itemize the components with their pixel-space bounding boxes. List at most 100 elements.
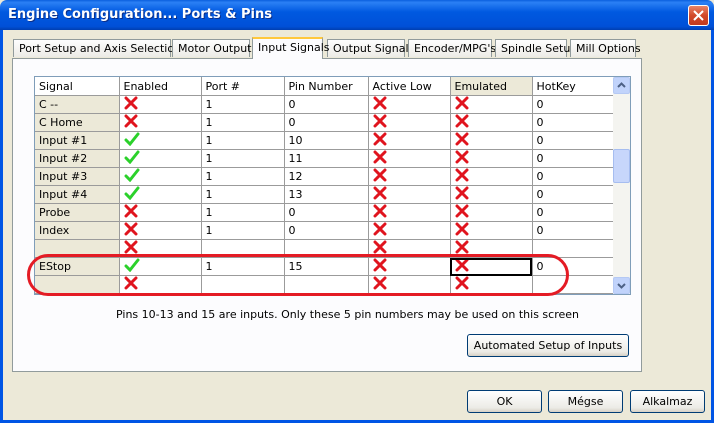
cell-active-low[interactable] [368,149,451,168]
tab-encoder-mpg-s[interactable]: Encoder/MPG's [408,39,496,57]
cell-pin[interactable] [284,239,369,258]
cell-enabled[interactable] [119,95,202,114]
column-header-port[interactable]: Port # [201,77,285,96]
cell-active-low[interactable] [368,95,451,114]
column-header-emulated[interactable]: Emulated [450,77,533,96]
cell-signal[interactable]: Input #1 [35,131,120,150]
cell-emulated[interactable] [450,149,533,168]
tab-mill-options[interactable]: Mill Options [570,39,641,57]
apply-button[interactable]: Alkalmaz [630,390,705,413]
cell-active-low[interactable] [368,185,451,204]
cell-pin[interactable]: 0 [284,221,369,240]
tab-input-signals[interactable]: Input Signals [252,37,330,59]
cell-enabled[interactable] [119,239,202,258]
cell-emulated[interactable] [450,239,533,258]
cell-signal[interactable]: Input #3 [35,167,120,186]
cell-hotkey[interactable]: 0 [532,257,616,276]
cell-signal[interactable]: C Home [35,113,120,132]
table-row[interactable]: Input #1 1 10 0 [35,131,616,150]
table-row[interactable] [35,239,616,258]
close-button[interactable] [688,5,709,26]
cell-port[interactable]: 1 [201,185,285,204]
tab-output-signals[interactable]: Output Signals [327,39,414,57]
cell-hotkey[interactable]: 0 [532,185,616,204]
cell-enabled[interactable] [119,257,202,276]
cell-enabled[interactable] [119,203,202,222]
cell-signal[interactable]: EStop [35,257,120,276]
table-row[interactable]: Input #3 1 12 0 [35,167,616,186]
column-header-pin-number[interactable]: Pin Number [284,77,369,96]
column-header-hotkey[interactable]: HotKey [532,77,616,96]
cell-emulated[interactable] [450,95,533,114]
cell-emulated[interactable] [450,131,533,150]
cell-signal[interactable] [35,275,120,294]
cell-hotkey[interactable]: 0 [532,203,616,222]
cell-active-low[interactable] [368,203,451,222]
cell-active-low[interactable] [368,221,451,240]
cell-enabled[interactable] [119,149,202,168]
cell-pin[interactable]: 12 [284,167,369,186]
cell-pin[interactable]: 10 [284,131,369,150]
cell-port[interactable]: 1 [201,221,285,240]
cell-emulated[interactable] [450,167,533,186]
grid-scrollbar[interactable] [613,77,630,294]
cell-hotkey[interactable]: 0 [532,149,616,168]
tab-motor-outputs[interactable]: Motor Outputs [172,39,257,57]
table-row[interactable]: Index 1 0 0 [35,221,616,240]
cell-pin[interactable]: 11 [284,149,369,168]
tab-port-setup-and-axis-selection[interactable]: Port Setup and Axis Selection [13,39,181,57]
cell-hotkey[interactable]: 0 [532,95,616,114]
cell-enabled[interactable] [119,185,202,204]
cell-hotkey[interactable] [532,239,616,258]
cell-emulated[interactable] [450,221,533,240]
cell-pin[interactable]: 0 [284,113,369,132]
cell-enabled[interactable] [119,113,202,132]
cell-hotkey[interactable]: 0 [532,113,616,132]
cell-enabled[interactable] [119,275,202,294]
cell-emulated[interactable] [450,113,533,132]
scroll-thumb[interactable] [613,149,630,183]
cell-active-low[interactable] [368,131,451,150]
cell-pin[interactable]: 13 [284,185,369,204]
table-row[interactable]: Probe 1 0 0 [35,203,616,222]
table-row[interactable]: EStop 1 15 0 [35,257,616,276]
cell-pin[interactable]: 0 [284,95,369,114]
cell-hotkey[interactable]: 0 [532,167,616,186]
cell-active-low[interactable] [368,239,451,258]
cell-active-low[interactable] [368,275,451,294]
ok-button[interactable]: OK [467,390,542,413]
table-row[interactable] [35,275,616,294]
table-row[interactable]: C Home 1 0 0 [35,113,616,132]
column-header-signal[interactable]: Signal [35,77,120,96]
cell-hotkey[interactable] [532,275,616,294]
cell-signal[interactable]: Input #2 [35,149,120,168]
table-row[interactable]: Input #4 1 13 0 [35,185,616,204]
cell-port[interactable]: 1 [201,95,285,114]
cell-port[interactable]: 1 [201,149,285,168]
input-signals-grid[interactable]: Signal Enabled Port # Pin Number Active Low E… [34,76,631,295]
table-row[interactable]: C -- 1 0 0 [35,95,616,114]
cell-signal[interactable]: C -- [35,95,120,114]
cell-port[interactable]: 1 [201,203,285,222]
cell-emulated[interactable] [450,257,533,276]
column-header-active-low[interactable]: Active Low [368,77,451,96]
cell-port[interactable]: 1 [201,131,285,150]
scroll-down-button[interactable] [613,277,630,294]
cell-emulated[interactable] [450,185,533,204]
scroll-up-button[interactable] [613,77,630,94]
cell-enabled[interactable] [119,221,202,240]
cell-port[interactable]: 1 [201,257,285,276]
cell-pin[interactable]: 15 [284,257,369,276]
cell-active-low[interactable] [368,167,451,186]
cell-signal[interactable]: Probe [35,203,120,222]
cell-hotkey[interactable]: 0 [532,131,616,150]
table-row[interactable]: Input #2 1 11 0 [35,149,616,168]
cell-active-low[interactable] [368,257,451,276]
cell-pin[interactable]: 0 [284,203,369,222]
cell-pin[interactable] [284,275,369,294]
automated-setup-button[interactable]: Automated Setup of Inputs [467,334,629,357]
cell-port[interactable] [201,239,285,258]
cell-emulated[interactable] [450,203,533,222]
cell-active-low[interactable] [368,113,451,132]
cell-emulated[interactable] [450,275,533,294]
